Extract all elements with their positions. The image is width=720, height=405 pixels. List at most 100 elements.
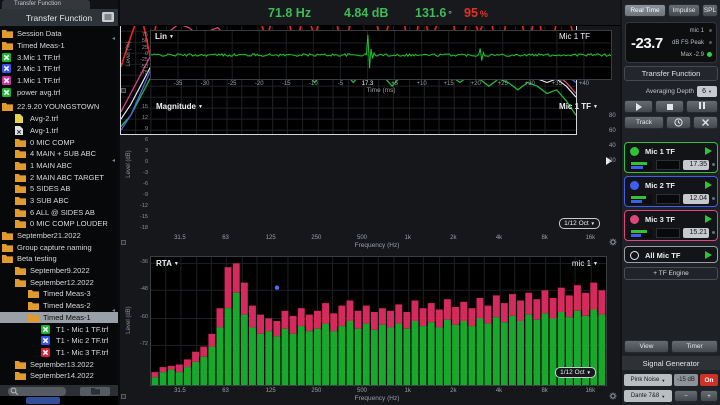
new-folder-button[interactable]	[80, 386, 110, 396]
tree-item-september21-2022[interactable]: September21.2022	[0, 230, 118, 242]
generator-minus-button[interactable]: −	[674, 390, 698, 402]
clock-icon	[674, 118, 683, 127]
delay-clock-button[interactable]	[666, 116, 691, 129]
tree-item-timed-meas-3[interactable]: Timed Meas-3	[0, 288, 118, 300]
magnitude-ytick: 6	[144, 137, 148, 144]
impulse-button[interactable]: Impulse	[668, 4, 700, 17]
magnitude-ytick: -15	[140, 214, 148, 221]
rta-octave-select[interactable]: 1/12 Oct ▼	[555, 367, 596, 378]
magnitude-settings-gear-icon[interactable]	[609, 238, 617, 246]
level-meter	[656, 160, 680, 170]
play-icon[interactable]	[705, 147, 712, 155]
tree-item-avg-2-trf[interactable]: Avg-2.trf	[0, 113, 118, 125]
collapse-handle-icon[interactable]: ◂	[112, 308, 115, 314]
trf-green-icon	[2, 52, 13, 62]
tree-item-session-data[interactable]: Session Data	[0, 28, 118, 40]
tree-item-2-main-abc-target[interactable]: 2 MAIN ABC TARGET	[0, 171, 118, 183]
tree-item-1-mic-1-tf-trf[interactable]: 1.Mic 1 TF.trf	[0, 75, 118, 87]
ir-expand-icon[interactable]	[121, 88, 126, 93]
delay-value[interactable]: 12.04	[683, 194, 709, 204]
tree-item-3-sub-abc[interactable]: 3 SUB ABC	[0, 195, 118, 207]
tree-item-label: Timed Meas-1	[43, 312, 91, 322]
generator-plus-button[interactable]: +	[700, 390, 718, 402]
real-time-button[interactable]: Real Time	[624, 4, 666, 17]
tree-item-2-mic-1-tf-trf[interactable]: 2.Mic 1 TF.trf	[0, 63, 118, 75]
coherence-ytick: 40	[609, 143, 616, 149]
tree-item-power-avg-trf[interactable]: power avg.trf	[0, 86, 118, 98]
tree-item-22-9-20-youngstown[interactable]: 22.9.20 YOUNGSTOWN	[0, 101, 118, 113]
tree-item-avg-1-trf[interactable]: Avg-1.trf	[0, 125, 118, 137]
play-button[interactable]	[624, 100, 653, 113]
tree-item-0-mic-comp[interactable]: 0 MIC COMP	[0, 136, 118, 148]
spl-button[interactable]: SPL	[702, 4, 718, 17]
ir-ytick: -50	[140, 63, 148, 70]
delay-value[interactable]: 17.35	[683, 160, 709, 170]
rta-input-selector[interactable]: mic 1 ▼	[572, 259, 598, 268]
view-button[interactable]: View	[624, 340, 669, 353]
generator-on-button[interactable]: On	[700, 374, 718, 386]
signal-generator-header[interactable]: Signal Generator	[622, 356, 720, 370]
tree-item-beta-testing[interactable]: Beta testing	[0, 253, 118, 265]
window-tab[interactable]: Transfer Function	[2, 0, 90, 9]
generator-source-select[interactable]: Pink Noise ▼	[624, 374, 672, 386]
input-meters	[630, 229, 652, 238]
transfer-function-section-header[interactable]: Transfer Function	[624, 66, 718, 81]
tree-item-timed-meas-1[interactable]: Timed Meas-1	[0, 311, 118, 324]
ir-xtick: -35	[173, 81, 183, 87]
magnitude-octave-select[interactable]: 1/12 Oct ▼	[559, 218, 600, 229]
all-mic-tf-row[interactable]: All Mic TF	[624, 246, 718, 263]
tools-button[interactable]	[693, 116, 718, 129]
tree-item-5-sides-ab[interactable]: 5 SIDES AB	[0, 183, 118, 195]
tree-item-1-main-abc[interactable]: 1 MAIN ABC	[0, 160, 118, 172]
ir-mode-selector[interactable]: Lin ▼	[155, 32, 174, 41]
timer-button[interactable]: Timer	[671, 340, 718, 353]
tree-item-t1-mic-1-tf-trf[interactable]: T1 - Mic 1 TF.trf	[0, 323, 118, 335]
magnitude-mode-selector[interactable]: Magnitude ▼	[156, 102, 203, 111]
play-icon[interactable]	[705, 251, 712, 259]
menu-icon[interactable]	[102, 12, 114, 22]
tf-engine-button[interactable]: + TF Engine	[624, 267, 718, 280]
tree-item-0-mic-comp-louder[interactable]: 0 MIC COMP LOUDER	[0, 218, 118, 230]
sidebar-hscrollbar[interactable]	[8, 386, 66, 396]
generator-output-select[interactable]: Dante 7&8 ▼	[624, 390, 672, 402]
tree-item-4-main-sub-abc[interactable]: 4 MAIN + SUB ABC	[0, 148, 118, 160]
tree-item-label: Session Data	[17, 29, 62, 39]
rta-expand-icon[interactable]	[121, 394, 126, 399]
live-ir-plot[interactable]	[150, 30, 612, 80]
play-icon[interactable]	[705, 215, 712, 223]
tree-item-6-all-sides-ab[interactable]: 6 ALL @ SIDES AB	[0, 206, 118, 218]
tree-item-september9-2022[interactable]: September9.2022	[0, 265, 118, 277]
pause-button[interactable]	[686, 100, 718, 113]
averaging-depth-select[interactable]: 6 ▼	[697, 86, 717, 97]
tree-item-timed-meas-2[interactable]: Timed Meas-2	[0, 300, 118, 312]
collapse-handle-icon[interactable]: ◂	[112, 36, 115, 42]
ir-xtick: -25	[227, 81, 237, 87]
tree-item-label: power avg.trf	[17, 87, 61, 97]
measurement-row-1[interactable]: Mic 1 TF 17.35	[624, 142, 718, 173]
measurement-row-3[interactable]: Mic 3 TF 15.21	[624, 210, 718, 241]
tree-item-t1-mic-3-tf-trf[interactable]: T1 - Mic 3 TF.trf	[0, 347, 118, 359]
play-icon[interactable]	[705, 181, 712, 189]
collapse-handle-icon[interactable]: ◂	[112, 158, 115, 164]
rta-plot[interactable]	[150, 256, 607, 386]
measurement-row-2[interactable]: Mic 2 TF 12.04	[624, 176, 718, 207]
tree-item-group-capture-naming[interactable]: Group capture naming	[0, 241, 118, 253]
level-meter	[656, 228, 680, 238]
ir-ytick: 0	[144, 50, 148, 57]
meter-unit: dB FS Peak	[672, 40, 712, 46]
tree-item-september14-2022[interactable]: September14.2022	[0, 370, 118, 382]
stop-button[interactable]	[655, 100, 684, 113]
tree-item-timed-meas-1[interactable]: Timed Meas-1	[0, 40, 118, 52]
tree-item-3-mic-1-tf-trf[interactable]: 3.Mic 1 TF.trf	[0, 51, 118, 63]
rta-mode-selector[interactable]: RTA ▼	[156, 259, 179, 268]
tree-item-label: Avg-1.trf	[30, 125, 59, 135]
track-button[interactable]: Track	[624, 116, 664, 129]
delay-value[interactable]: 15.21	[683, 228, 709, 238]
tree-item-september13-2022[interactable]: September13.2022	[0, 358, 118, 370]
tree-item-t1-mic-2-tf-trf[interactable]: T1 - Mic 2 TF.trf	[0, 335, 118, 347]
rta-settings-gear-icon[interactable]	[609, 392, 617, 400]
magnitude-expand-icon[interactable]	[121, 240, 126, 245]
magnitude-trace-selector[interactable]: Mic 1 TF ▼	[559, 102, 598, 111]
indicator-dot	[712, 231, 715, 234]
tree-item-september12-2022[interactable]: September12.2022	[0, 276, 118, 288]
